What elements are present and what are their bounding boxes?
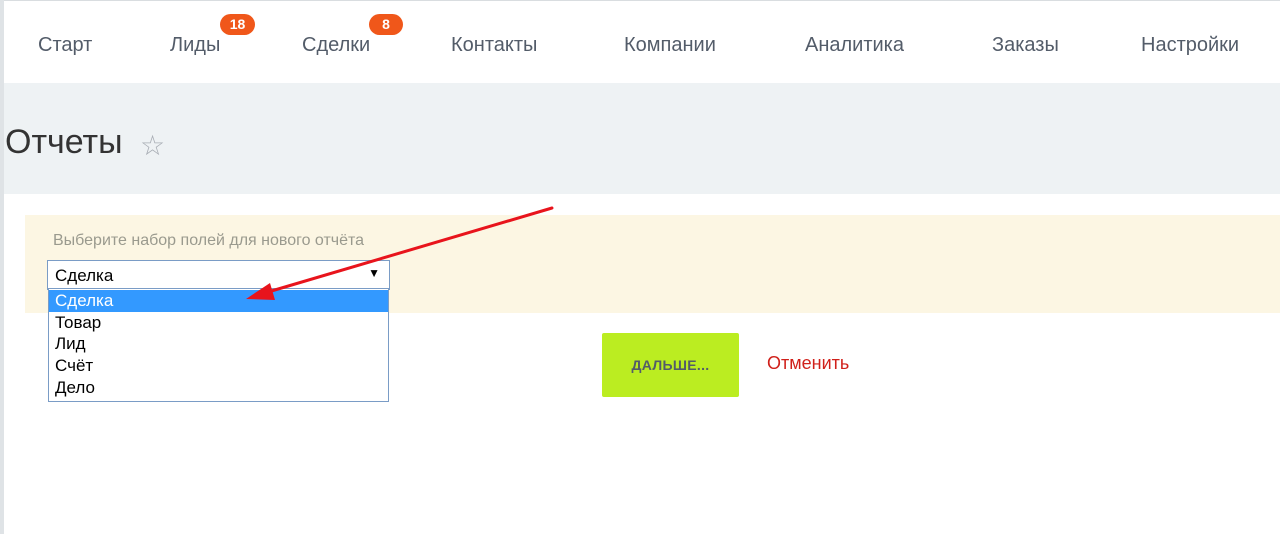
option-deal[interactable]: Сделка: [49, 290, 388, 312]
nav-item-label: Компании: [624, 34, 716, 56]
page-header-bar: [4, 83, 1280, 194]
option-task[interactable]: Дело: [49, 377, 388, 399]
dropdown-arrow-icon: ▼: [368, 266, 380, 280]
nav-item-leads[interactable]: Лиды 18: [170, 14, 255, 57]
nav-item-label: Сделки: [302, 34, 371, 56]
top-navigation: Старт Лиды 18 Сделки 8 Контакты Компании…: [4, 0, 1280, 83]
nav-item-companies[interactable]: Компании: [624, 34, 716, 57]
option-product[interactable]: Товар: [49, 312, 388, 334]
nav-item-contacts[interactable]: Контакты: [451, 34, 537, 57]
field-set-dropdown-list: Сделка Товар Лид Счёт Дело: [48, 288, 389, 402]
option-lead[interactable]: Лид: [49, 333, 388, 355]
star-icon[interactable]: ☆: [140, 129, 165, 163]
nav-item-label: Старт: [38, 34, 93, 56]
option-invoice[interactable]: Счёт: [49, 355, 388, 377]
nav-item-label: Контакты: [451, 34, 538, 56]
cancel-link[interactable]: Отменить: [767, 353, 849, 374]
deals-count-badge: 8: [369, 14, 403, 35]
nav-item-label: Лиды: [170, 34, 221, 56]
nav-item-label: Аналитика: [805, 34, 904, 56]
nav-item-analytics[interactable]: Аналитика: [805, 34, 904, 57]
nav-item-settings[interactable]: Настройки: [1141, 34, 1239, 57]
field-set-label: Выберите набор полей для нового отчёта: [53, 232, 365, 249]
page-title: Отчеты: [5, 123, 123, 161]
nav-item-orders[interactable]: Заказы: [992, 34, 1059, 57]
nav-item-deals[interactable]: Сделки 8: [302, 14, 403, 57]
next-button[interactable]: ДАЛЬШЕ...: [602, 333, 739, 397]
select-current-value: Сделка: [55, 266, 114, 285]
nav-item-label: Настройки: [1141, 34, 1240, 56]
field-set-select[interactable]: Сделка ▼: [47, 260, 390, 290]
leads-count-badge: 18: [220, 14, 255, 35]
nav-item-label: Заказы: [992, 34, 1059, 56]
nav-item-start[interactable]: Старт: [38, 34, 92, 57]
